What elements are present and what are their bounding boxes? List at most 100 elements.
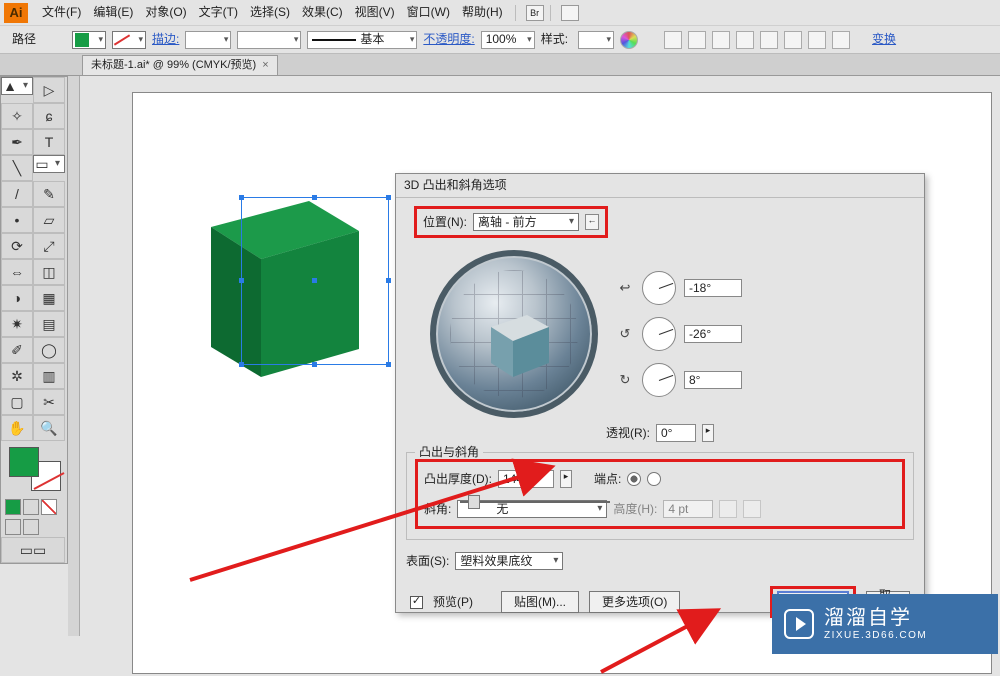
align-icon-7[interactable] [808,31,826,49]
surface-select[interactable]: 塑料效果底纹 [455,552,563,570]
stroke-label[interactable]: 描边: [152,32,179,46]
depth-stepper[interactable]: ▸ [560,470,572,488]
scale-tool[interactable]: ⤢ [33,233,65,259]
menu-select[interactable]: 选择(S) [244,5,296,19]
menu-edit[interactable]: 编辑(E) [87,5,139,19]
gradient-tool[interactable]: ▤ [33,311,65,337]
selection-tool[interactable]: ▲ [1,77,33,95]
column-graph-tool[interactable]: ▥ [33,363,65,389]
rotate-z-field[interactable]: 8° [684,371,742,389]
align-icon-4[interactable] [736,31,754,49]
rotate-z-icon: ↻ [616,371,634,389]
recolor-icon[interactable] [620,31,638,49]
shape-builder-tool[interactable]: ◑ [1,285,33,311]
rotate-z-dial[interactable] [642,363,676,397]
depth-label: 凸出厚度(D): [424,472,492,486]
position-select[interactable]: 离轴 - 前方 [473,213,579,231]
align-icon-3[interactable] [712,31,730,49]
bridge-icon[interactable]: Br [526,5,544,21]
rotate-tool[interactable]: ⟳ [1,233,33,259]
watermark-brand: 溜溜自学 [824,606,927,630]
opacity-combo[interactable]: 100% [481,31,535,49]
extrude-bevel-legend: 凸出与斜角 [415,445,483,459]
blend-tool[interactable]: ◯ [33,337,65,363]
map-art-button[interactable]: 贴图(M)... [501,591,579,613]
depth-field[interactable]: 144 pt [498,470,554,488]
bevel-select[interactable]: 无 [457,500,607,518]
menu-type[interactable]: 文字(T) [193,5,244,19]
position-back-button[interactable]: ← [585,214,599,230]
free-transform-tool[interactable]: ◫ [33,259,65,285]
gradient-mode-box[interactable] [23,499,39,515]
opacity-label[interactable]: 不透明度: [423,32,474,46]
stroke-swatch[interactable]: ▾ [112,31,146,49]
play-icon [784,609,814,639]
stroke-weight-combo[interactable] [185,31,231,49]
menu-help[interactable]: 帮助(H) [456,5,509,19]
menu-view[interactable]: 视图(V) [349,5,401,19]
brush-combo[interactable] [237,31,301,49]
align-icon-5[interactable] [760,31,778,49]
pen-tool[interactable]: ✒ [1,129,33,155]
symbol-sprayer-tool[interactable]: ✲ [1,363,33,389]
width-tool[interactable]: ⇔ [1,259,33,285]
pencil-tool[interactable]: ✎ [33,181,65,207]
cap-off-button[interactable] [647,472,661,486]
menu-effect[interactable]: 效果(C) [296,5,349,19]
cap-on-button[interactable] [627,472,641,486]
surface-label: 表面(S): [406,554,449,568]
perspective-field[interactable]: 0° [656,424,696,442]
rotation-preview-orb[interactable] [430,250,598,418]
lasso-tool[interactable]: ɕ [33,103,65,129]
zoom-tool[interactable]: 🔍 [33,415,65,441]
close-tab-icon[interactable]: × [262,59,268,72]
magic-wand-tool[interactable]: ✧ [1,103,33,129]
align-icon-8[interactable] [832,31,850,49]
none-mode-box[interactable] [41,499,57,515]
artboard-tool[interactable]: ▢ [1,389,33,415]
slice-tool[interactable]: ✂ [33,389,65,415]
fill-swatch[interactable]: ▾ [72,31,106,49]
green-cube-shape[interactable] [169,179,369,389]
screen-normal[interactable] [5,519,21,535]
screen-full[interactable] [23,519,39,535]
direct-selection-tool[interactable]: ▷ [33,77,65,103]
watermark: 溜溜自学 ZIXUE.3D66.COM [772,594,998,654]
rotate-y-dial[interactable] [642,317,676,351]
align-icon-6[interactable] [784,31,802,49]
canvas[interactable]: 3D 凸出和斜角选项 位置(N): 离轴 - 前方 ← [132,92,992,674]
align-icon-2[interactable] [688,31,706,49]
menu-file[interactable]: 文件(F) [36,5,87,19]
color-mode-box[interactable] [5,499,21,515]
preview-label: 预览(P) [433,595,473,609]
menu-object[interactable]: 对象(O) [139,5,192,19]
perspective-stepper[interactable]: ▸ [702,424,714,442]
blob-tool[interactable]: • [1,207,33,233]
rotate-x-dial[interactable] [642,271,676,305]
document-tab-label: 未标题-1.ai* @ 99% (CMYK/预览) [91,59,256,72]
eyedropper-tool[interactable]: ✐ [1,337,33,363]
preview-checkbox[interactable]: ✓ [410,596,423,609]
rotate-x-field[interactable]: -18° [684,279,742,297]
menu-window[interactable]: 窗口(W) [401,5,456,19]
document-tab[interactable]: 未标题-1.ai* @ 99% (CMYK/预览) × [82,55,278,75]
perspective-tool[interactable]: ▦ [33,285,65,311]
rectangle-tool[interactable]: ▭ [33,155,65,173]
selection-bounding-box[interactable] [241,197,389,365]
more-options-button[interactable]: 更多选项(O) [589,591,680,613]
mesh-tool[interactable]: ✷ [1,311,33,337]
transform-link[interactable]: 变换 [872,32,896,46]
layout-icon[interactable] [561,5,579,21]
align-icon-1[interactable] [664,31,682,49]
paintbrush-tool[interactable]: / [1,181,33,207]
type-tool[interactable]: T [33,129,65,155]
stroke-style-combo[interactable]: 基本 [307,31,417,49]
graphic-style-combo[interactable] [578,31,614,49]
fill-stroke-swatches[interactable] [5,445,65,493]
style-label: 样式: [541,32,568,46]
hand-tool[interactable]: ✋ [1,415,33,441]
rotate-y-field[interactable]: -26° [684,325,742,343]
line-tool[interactable]: ╲ [1,155,33,181]
edit-mode-toggle[interactable]: ▭▭ [1,537,65,563]
eraser-tool[interactable]: ▱ [33,207,65,233]
